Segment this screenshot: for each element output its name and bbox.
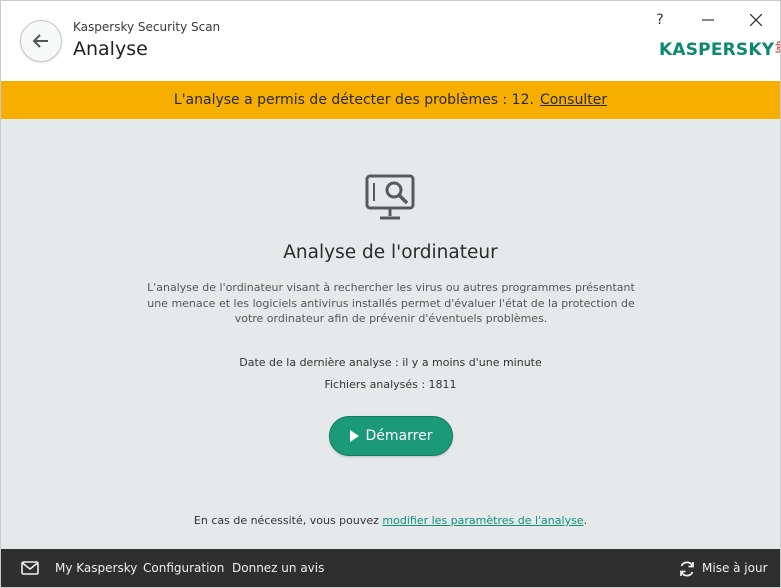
minimize-icon [702,19,714,21]
back-button[interactable] [20,20,62,62]
minimize-button[interactable] [695,9,721,31]
scan-description: L'analyse de l'ordinateur visant à reche… [147,281,635,325]
alert-bar: L'analyse a permis de détecter des probl… [1,81,780,119]
scan-settings-link[interactable]: modifier les paramètres de l'analyse [382,514,583,527]
kaspersky-logo: KASPERSKY lab [659,40,781,60]
close-icon [750,14,762,26]
section-title: Analyse de l'ordinateur [283,242,498,263]
bottom-bar: My Kaspersky Configuration Donnez un avi… [1,549,780,587]
computer-scan-icon [365,174,415,220]
start-scan-button[interactable]: Démarrer [329,416,453,456]
logo-lab: lab [775,41,781,54]
help-button[interactable]: ? [647,9,673,31]
my-kaspersky-link[interactable]: My Kaspersky [55,561,137,575]
logo-text: KASPERSKY [659,40,775,60]
page-title: Analyse [73,38,148,60]
refresh-icon [680,561,694,577]
app-window: Kaspersky Security Scan Analyse ? KASPER… [0,0,781,588]
update-link[interactable]: Mise à jour [702,561,768,575]
start-button-label: Démarrer [365,428,433,444]
alert-text: L'analyse a permis de détecter des probl… [173,92,534,108]
view-issues-link[interactable]: Consulter [540,92,607,108]
feedback-link[interactable]: Donnez un avis [232,561,324,575]
settings-hint: En cas de nécessité, vous pouvez modifie… [1,514,780,527]
last-scan-date: Date de la dernière analyse : il y a moi… [239,356,542,369]
play-icon [349,430,359,442]
main-content: Analyse de l'ordinateur L'analyse de l'o… [1,119,780,549]
configuration-link[interactable]: Configuration [143,561,224,575]
settings-prefix: En cas de nécessité, vous pouvez [193,514,379,527]
app-name: Kaspersky Security Scan [73,20,221,34]
mail-icon [21,561,39,575]
close-button[interactable] [743,9,769,31]
arrow-left-icon [32,34,48,48]
files-scanned-count: Fichiers analysés : 1811 [324,378,457,391]
title-bar: Kaspersky Security Scan Analyse ? KASPER… [1,1,780,81]
settings-suffix: . [583,514,588,527]
